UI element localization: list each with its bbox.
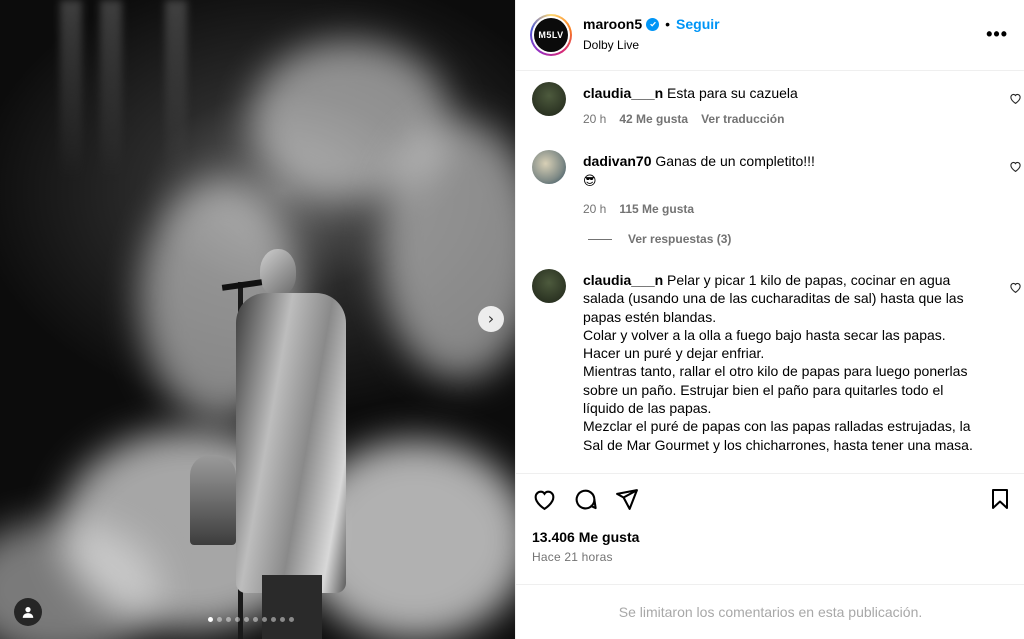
- more-options-icon[interactable]: •••: [986, 25, 1008, 43]
- comment-line: Mezclar el puré de papas con las papas r…: [583, 418, 973, 453]
- carousel-dot: [253, 617, 258, 622]
- comment-time[interactable]: 20 h: [583, 200, 606, 218]
- save-icon[interactable]: [988, 487, 1012, 511]
- carousel-dot: [226, 617, 231, 622]
- comment-username[interactable]: claudia___n: [583, 272, 663, 288]
- carousel-dot: [208, 617, 213, 622]
- next-slide-button[interactable]: ›: [478, 306, 504, 332]
- comment-likes[interactable]: 42 Me gusta: [619, 110, 688, 128]
- stage-light: [100, 0, 122, 180]
- like-icon[interactable]: [532, 487, 557, 512]
- carousel-dot: [280, 617, 285, 622]
- comments-list[interactable]: claudia___n Esta para su cazuela 20 h 42…: [516, 72, 1024, 472]
- comment-emoji: 😎: [583, 174, 597, 190]
- comment-username[interactable]: dadivan70: [583, 153, 651, 169]
- translate-link[interactable]: Ver traducción: [701, 110, 784, 128]
- username-link[interactable]: maroon5: [583, 16, 642, 32]
- post-timestamp[interactable]: Hace 21 horas: [532, 550, 613, 564]
- carousel-dot: [271, 617, 276, 622]
- comment-icon[interactable]: [573, 487, 598, 512]
- tagged-users-button[interactable]: [14, 598, 42, 626]
- post-panel: M5LV maroon5 • Seguir Dolby Live ••• cla…: [515, 0, 1024, 639]
- separator-dot: •: [665, 16, 671, 32]
- carousel-dot: [235, 617, 240, 622]
- comment-username[interactable]: claudia___n: [583, 85, 663, 101]
- action-bar: [516, 473, 1024, 527]
- carousel-dot: [262, 617, 267, 622]
- carousel-dot: [244, 617, 249, 622]
- avatar[interactable]: [532, 82, 566, 116]
- comment-time[interactable]: 20 h: [583, 110, 606, 128]
- comment-text: Ganas de un completito!!!: [655, 153, 815, 169]
- heart-icon[interactable]: [1009, 281, 1022, 294]
- avatar[interactable]: [532, 269, 566, 303]
- avatar[interactable]: [532, 150, 566, 184]
- likes-count[interactable]: 13.406 Me gusta: [532, 529, 639, 545]
- carousel-dot: [289, 617, 294, 622]
- heart-icon[interactable]: [1009, 92, 1022, 105]
- performer: [222, 245, 362, 639]
- comment-line: Hacer un puré y dejar enfriar.: [583, 345, 765, 362]
- comment-text: Esta para su cazuela: [667, 85, 798, 101]
- carousel-dot: [217, 617, 222, 622]
- comments-limited-notice: Se limitaron los comentarios en esta pub…: [516, 584, 1024, 639]
- user-icon: [22, 607, 34, 618]
- verified-badge-icon: [646, 17, 660, 31]
- comment-line: Mientras tanto, rallar el otro kilo de p…: [583, 363, 968, 417]
- comment-likes[interactable]: 115 Me gusta: [619, 200, 694, 218]
- carousel-indicator: [208, 617, 294, 622]
- share-icon[interactable]: [614, 487, 639, 512]
- avatar[interactable]: M5LV: [530, 14, 572, 56]
- divider: [588, 238, 612, 240]
- location-link[interactable]: Dolby Live: [583, 38, 639, 52]
- stage-light: [165, 0, 187, 180]
- view-replies-button[interactable]: Ver respuestas (3): [588, 232, 731, 246]
- follow-button[interactable]: Seguir: [676, 16, 720, 32]
- chevron-right-icon: ›: [487, 309, 495, 328]
- stage-light: [60, 0, 82, 180]
- heart-icon[interactable]: [1009, 160, 1022, 173]
- avatar-logo: M5LV: [534, 18, 568, 52]
- comment-line: Colar y volver a la olla a fuego bajo ha…: [583, 326, 946, 343]
- post-image[interactable]: ›: [0, 0, 515, 639]
- post-header: M5LV maroon5 • Seguir Dolby Live •••: [516, 0, 1024, 71]
- view-replies-label: Ver respuestas (3): [628, 232, 732, 246]
